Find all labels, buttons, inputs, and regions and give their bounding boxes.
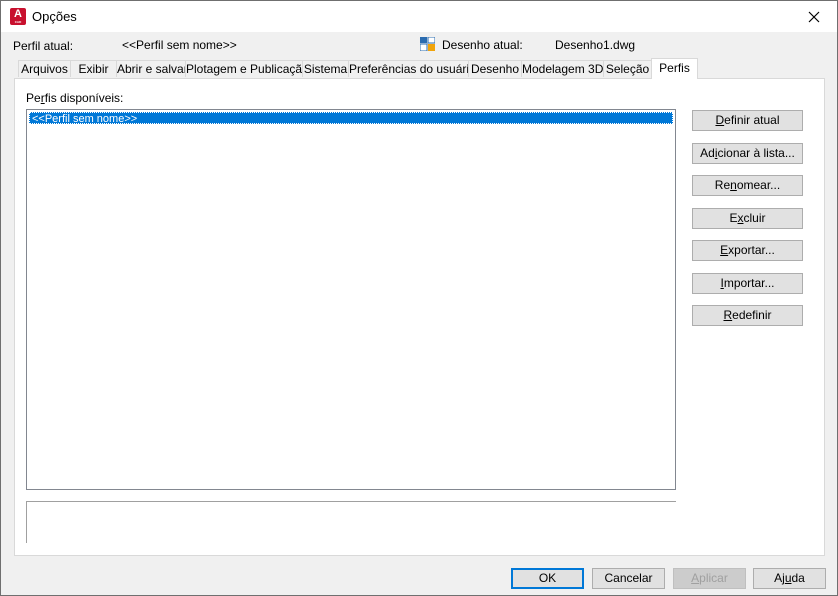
tab-sistema[interactable]: Sistema	[302, 60, 349, 77]
tab-preferencias[interactable]: Preferências do usuário	[348, 60, 476, 77]
set-current-button[interactable]: Definir atual	[692, 110, 803, 131]
tab-exibir[interactable]: Exibir	[70, 60, 117, 77]
tab-selecao[interactable]: Seleção	[603, 60, 652, 77]
tab-modelagem-3d[interactable]: Modelagem 3D	[521, 60, 604, 77]
tab-arquivos[interactable]: Arquivos	[18, 60, 71, 77]
tab-plotagem[interactable]: Plotagem e Publicação	[185, 60, 309, 77]
tab-perfis[interactable]: Perfis	[651, 58, 698, 79]
current-profile-value: <<Perfil sem nome>>	[122, 38, 237, 52]
add-to-list-button[interactable]: Adicionar à lista...	[692, 143, 803, 164]
autocad-app-icon: A CAD	[10, 8, 26, 25]
options-dialog: A CAD Opções Perfil atual: <<Perfil sem n…	[0, 0, 838, 596]
close-icon	[808, 11, 820, 23]
cancel-button[interactable]: Cancelar	[592, 568, 665, 589]
available-profiles-label: Perfis disponíveis:	[26, 91, 124, 105]
tab-bar: Arquivos Exibir Abrir e salvar Plotagem …	[14, 58, 826, 79]
reset-button[interactable]: Redefinir	[692, 305, 803, 326]
close-button[interactable]	[791, 1, 837, 32]
current-profile-label: Perfil atual:	[13, 39, 74, 53]
tab-abrir-salvar[interactable]: Abrir e salvar	[116, 60, 188, 77]
export-button[interactable]: Exportar...	[692, 240, 803, 261]
current-drawing-value: Desenho1.dwg	[555, 38, 636, 52]
window-title: Opções	[32, 9, 77, 24]
ok-button[interactable]: OK	[511, 568, 584, 589]
delete-button[interactable]: Excluir	[692, 208, 803, 229]
help-button[interactable]: Ajuda	[753, 568, 826, 589]
apply-button[interactable]: Aplicar	[673, 568, 746, 589]
list-item[interactable]: <<Perfil sem nome>>	[29, 112, 673, 125]
rename-button[interactable]: Renomear...	[692, 175, 803, 196]
import-button[interactable]: Importar...	[692, 273, 803, 294]
profile-description	[26, 501, 676, 543]
drawing-file-icon	[420, 37, 435, 51]
current-drawing-label: Desenho atual:	[442, 38, 523, 52]
title-bar: A CAD Opções	[1, 1, 837, 32]
profiles-listbox[interactable]: <<Perfil sem nome>>	[26, 109, 676, 490]
tab-desenho[interactable]: Desenho	[468, 60, 522, 77]
